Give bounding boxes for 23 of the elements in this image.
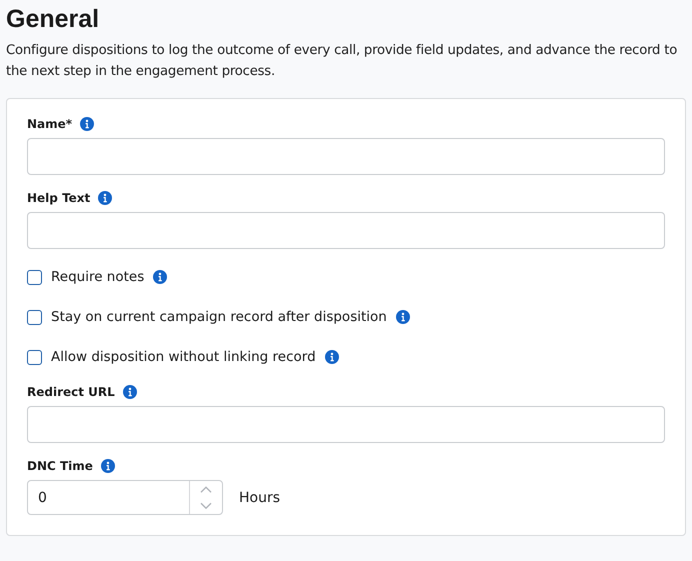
checkbox[interactable] (27, 350, 42, 364)
info-icon[interactable] (396, 310, 410, 324)
field-label: Help Text (27, 191, 90, 205)
checkbox[interactable] (27, 310, 42, 324)
field-label: DNC Time (27, 459, 93, 473)
checkbox-label: Require notes (51, 269, 144, 285)
checkbox-label: Stay on current campaign record after disposition (51, 309, 387, 325)
info-icon[interactable] (324, 350, 339, 364)
text-input[interactable] (27, 212, 665, 249)
unit-label: Hours (239, 490, 280, 506)
text-input[interactable] (27, 406, 665, 443)
info-icon[interactable] (98, 191, 112, 205)
field-label: Redirect URL (27, 385, 115, 399)
info-icon[interactable] (122, 385, 137, 399)
checkbox[interactable] (27, 270, 42, 284)
info-icon[interactable] (80, 117, 94, 131)
info-icon[interactable] (100, 459, 115, 473)
checkbox-label: Allow disposition without linking record (51, 349, 316, 365)
field-label: Name* (27, 117, 72, 131)
page-heading: General (6, 4, 100, 34)
description-text: Configure dispositions to log the outcome of every call, provide field updates, and advance the record to the next step in the engagement process. (6, 42, 678, 81)
text-input[interactable] (27, 138, 665, 175)
info-icon[interactable] (153, 270, 168, 284)
